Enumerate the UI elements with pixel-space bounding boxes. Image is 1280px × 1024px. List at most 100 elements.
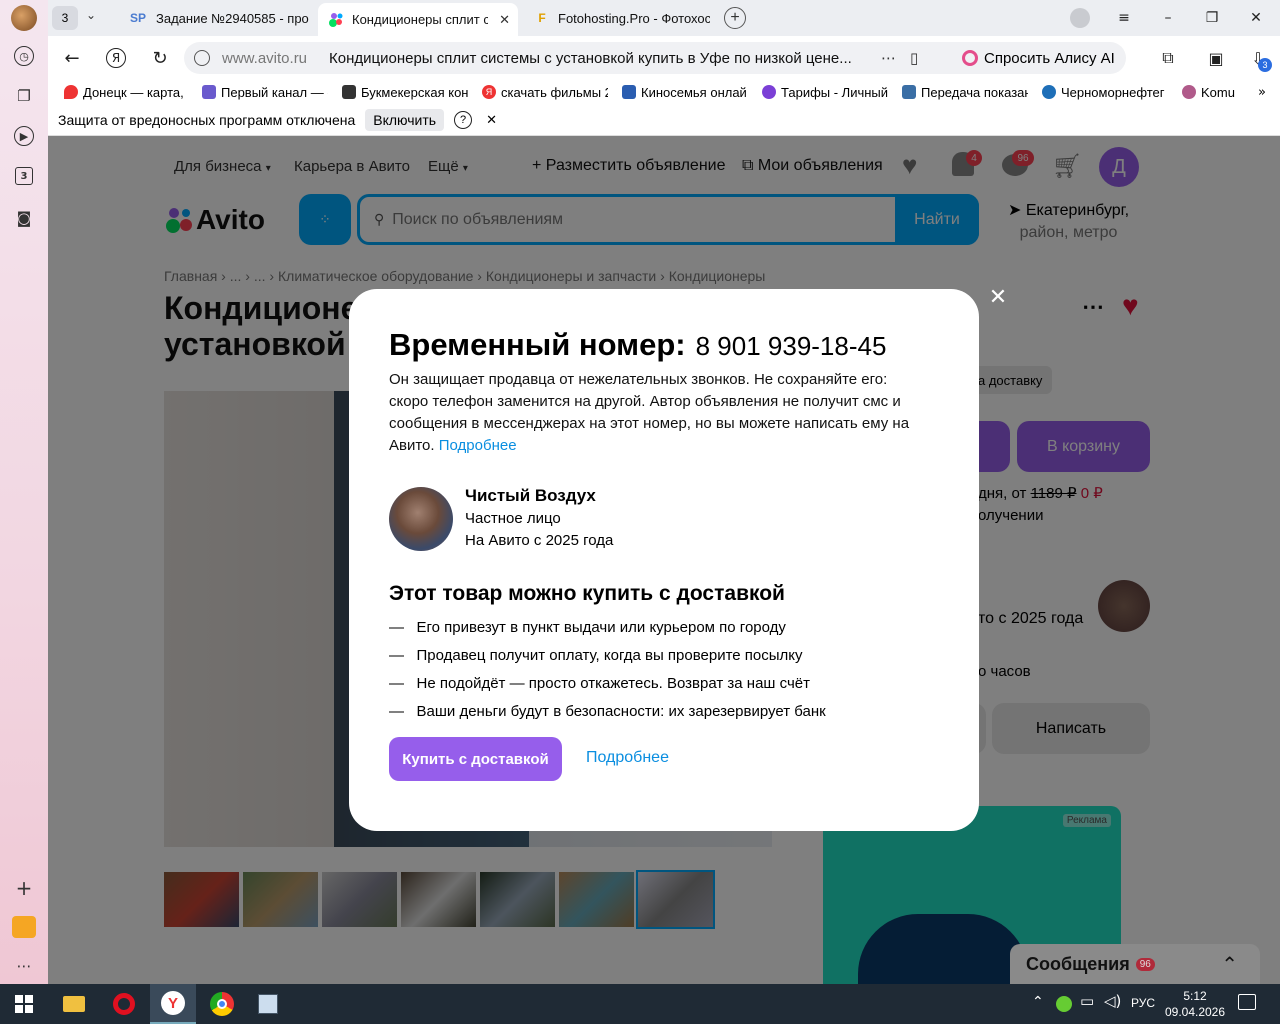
komu-icon bbox=[1182, 85, 1196, 99]
list-item: — Ваши деньги будут в безопасности: их з… bbox=[389, 703, 826, 720]
collections-icon[interactable]: ❐ bbox=[12, 84, 36, 108]
tab-strip: 3 ⌄ SP Задание №2940585 - про Кондиционе… bbox=[48, 0, 1280, 36]
play-icon[interactable]: ▶ bbox=[14, 126, 34, 146]
chrome-icon[interactable] bbox=[202, 988, 242, 1020]
tab-count-button[interactable]: 3 bbox=[52, 6, 78, 30]
messages-label: Сообщения bbox=[1026, 953, 1130, 974]
tab-counter-icon[interactable]: 3 bbox=[15, 167, 33, 185]
messages-panel-badge: 96 bbox=[1135, 957, 1155, 971]
browser-sidebar: ◷ ❐ ▶ 3 ◙ + ⋯ bbox=[0, 0, 48, 984]
seller-since: На Авито с 2025 года bbox=[465, 532, 614, 549]
address-bar-row: ← Я ↻ www.avito.ru Кондиционеры сплит си… bbox=[48, 36, 1280, 80]
buy-with-delivery-button[interactable]: Купить с доставкой bbox=[389, 737, 562, 781]
downloads-badge: 3 bbox=[1258, 58, 1272, 72]
chevron-up-icon[interactable]: ⌃ bbox=[1221, 952, 1238, 976]
reload-icon[interactable]: ↻ bbox=[148, 46, 172, 70]
restore-icon[interactable]: ❐ bbox=[1200, 6, 1224, 30]
new-tab-button[interactable]: + bbox=[724, 7, 746, 29]
seller-name[interactable]: Чистый Воздух bbox=[465, 486, 596, 506]
messages-panel[interactable]: Сообщения 96 ⌃ bbox=[1010, 944, 1260, 984]
phone-number[interactable]: 8 901 939-18-45 bbox=[696, 331, 887, 362]
alice-label: Спросить Алису AI bbox=[984, 49, 1115, 67]
bookmark-item[interactable]: Первый канал — с bbox=[202, 85, 328, 100]
mail-icon[interactable] bbox=[12, 916, 36, 938]
seller-type: Частное лицо bbox=[465, 510, 561, 527]
profile-avatar[interactable] bbox=[11, 5, 37, 31]
pin-icon bbox=[64, 85, 78, 99]
tab-fotohosting[interactable]: F Fotohosting.Pro - Фотохос bbox=[524, 4, 724, 32]
bookmark-item[interactable]: Komu bbox=[1182, 85, 1240, 100]
list-item: — Не подойдёт — просто откажетесь. Возвр… bbox=[389, 675, 810, 692]
tv-icon bbox=[202, 85, 216, 99]
more-dots-icon[interactable]: ⋯ bbox=[881, 49, 896, 67]
account-icon[interactable] bbox=[1068, 6, 1092, 30]
fotohosting-favicon-icon: F bbox=[538, 11, 546, 25]
more-icon[interactable]: ⋯ bbox=[12, 954, 36, 978]
history-icon[interactable]: ◷ bbox=[14, 46, 34, 66]
clock[interactable]: 5:12 09.04.2026 bbox=[1160, 988, 1230, 1020]
windows-start-icon[interactable] bbox=[4, 988, 44, 1020]
meter-icon bbox=[902, 85, 916, 99]
bookmark-item[interactable]: Тарифы - Личный bbox=[762, 85, 888, 100]
back-icon[interactable]: ← bbox=[60, 46, 84, 70]
menu-icon[interactable]: ≡ bbox=[1112, 6, 1136, 30]
infobar-message: Защита от вредоносных программ отключена bbox=[58, 111, 356, 128]
sp-favicon-icon: SP bbox=[129, 11, 146, 25]
windows-taskbar: Y ⌃ ▭ ◁) РУС 5:12 09.04.2026 bbox=[0, 984, 1280, 1024]
more-bookmarks-icon[interactable]: » bbox=[1258, 85, 1266, 100]
opera-icon[interactable] bbox=[104, 988, 144, 1020]
list-item: — Его привезут в пункт выдачи или курьер… bbox=[389, 619, 786, 636]
tab-label: Задание №2940585 - про bbox=[156, 10, 309, 26]
language-indicator[interactable]: РУС bbox=[1131, 996, 1155, 1010]
network-icon[interactable]: ▭ bbox=[1080, 992, 1094, 1010]
notifications-center-icon[interactable] bbox=[1238, 994, 1256, 1010]
protect-icon[interactable]: ▣ bbox=[1204, 46, 1228, 70]
delivery-bullets: — Его привезут в пункт выдачи или курьер… bbox=[389, 614, 826, 726]
temporary-number-modal: Временный номер: 8 901 939-18-45 Он защи… bbox=[349, 289, 979, 831]
close-tab-icon[interactable]: ✕ bbox=[499, 12, 510, 28]
screenshot-icon[interactable]: ◙ bbox=[12, 206, 36, 230]
yandex-browser-icon[interactable]: Y bbox=[150, 984, 196, 1024]
minimize-icon[interactable]: – bbox=[1156, 6, 1180, 30]
chevron-down-icon[interactable]: ⌄ bbox=[86, 8, 96, 22]
bookmark-icon[interactable]: ▯ bbox=[910, 49, 918, 67]
extensions-icon[interactable]: ⧉ bbox=[1156, 46, 1180, 70]
modal-title: Временный номер: bbox=[389, 327, 686, 362]
ask-alice-button[interactable]: Спросить Алису AI bbox=[954, 42, 1126, 74]
enable-button[interactable]: Включить bbox=[365, 108, 445, 131]
tab-avito[interactable]: Кондиционеры сплит с ✕ bbox=[318, 3, 518, 36]
yandex-icon[interactable]: Я bbox=[104, 46, 128, 70]
delivery-heading: Этот товар можно купить с доставкой bbox=[389, 582, 785, 605]
more-link-2[interactable]: Подробнее bbox=[586, 749, 669, 767]
close-window-icon[interactable]: ✕ bbox=[1244, 6, 1268, 30]
bookmark-item[interactable]: Передача показан bbox=[902, 85, 1028, 100]
close-infobar-icon[interactable]: ✕ bbox=[486, 112, 497, 128]
monitor-icon bbox=[622, 85, 636, 99]
add-icon[interactable]: + bbox=[12, 876, 36, 900]
seller-avatar[interactable] bbox=[389, 487, 453, 551]
more-link[interactable]: Подробнее bbox=[439, 437, 517, 454]
url-domain: www.avito.ru bbox=[222, 49, 308, 67]
bookmark-item[interactable]: Донецк — карта, г bbox=[64, 85, 188, 100]
bookmark-item[interactable]: Черноморнефтег bbox=[1042, 85, 1168, 100]
bookmaker-icon bbox=[342, 85, 356, 99]
help-icon[interactable]: ? bbox=[454, 110, 473, 129]
yandex-icon: Я bbox=[482, 85, 496, 99]
bookmark-item[interactable]: Букмекерская кон bbox=[342, 85, 468, 100]
alice-icon bbox=[962, 50, 978, 66]
close-modal-icon[interactable]: ✕ bbox=[986, 285, 1010, 310]
tray-app-icon[interactable] bbox=[1056, 996, 1072, 1012]
tab-task[interactable]: SP Задание №2940585 - про bbox=[118, 4, 312, 32]
site-info-icon[interactable] bbox=[194, 50, 210, 66]
bookmark-item[interactable]: Яскачать фильмы 2 bbox=[482, 85, 608, 100]
modal-description: Он защищает продавца от нежелательных зв… bbox=[389, 371, 910, 454]
url-title: Кондиционеры сплит системы с установкой … bbox=[329, 49, 852, 67]
address-field[interactable]: www.avito.ru Кондиционеры сплит системы … bbox=[184, 42, 996, 74]
show-hidden-icons[interactable]: ⌃ bbox=[1032, 994, 1044, 1010]
file-explorer-icon[interactable] bbox=[54, 988, 94, 1020]
chart-icon bbox=[762, 85, 776, 99]
volume-icon[interactable]: ◁) bbox=[1104, 992, 1121, 1010]
app-icon[interactable] bbox=[248, 988, 288, 1020]
drop-icon bbox=[1042, 85, 1056, 99]
bookmark-item[interactable]: Киносемья онлай bbox=[622, 85, 748, 100]
